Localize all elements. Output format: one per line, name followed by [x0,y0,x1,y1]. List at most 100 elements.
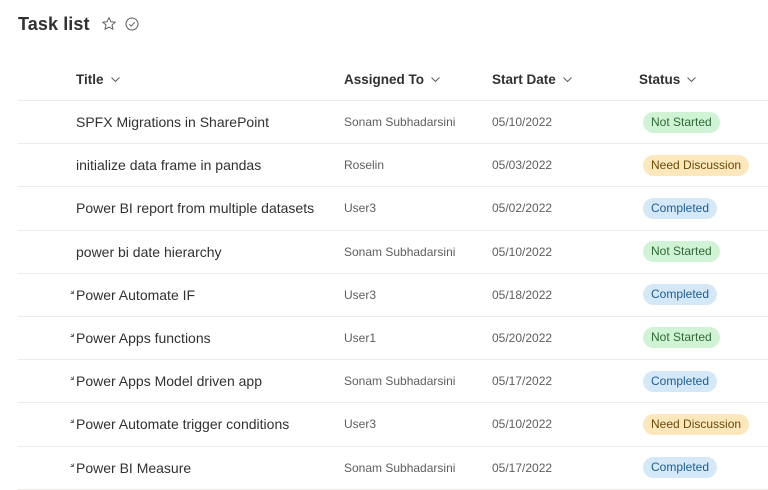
status-cell: Need Discussion [643,144,750,186]
assigned-to-cell: User1 [344,317,376,359]
assigned-to-cell: Sonam Subhadarsini [344,447,455,489]
assigned-to-text: User3 [344,417,377,432]
task-title-cell[interactable]: Power Apps Model driven app [76,360,262,402]
start-date-text: 05/10/2022 [492,115,553,129]
status-badge: Not Started [643,111,720,133]
start-date-cell: 05/10/2022 [492,231,552,273]
page-title: Task list [18,13,90,34]
status-badge: Completed [643,370,718,392]
assigned-to-cell: User3 [344,187,376,229]
start-date-cell: 05/17/2022 [492,447,552,489]
task-title[interactable]: initialize data frame in pandas [76,157,261,173]
start-date-cell: 05/18/2022 [492,274,552,316]
assigned-to-text: Sonam Subhadarsini [344,115,456,129]
chevron-down-icon [686,74,697,85]
start-date-text: 05/20/2022 [492,330,553,345]
task-title[interactable]: Power Automate IF [76,287,195,303]
status-cell: Completed [643,360,718,402]
task-title[interactable]: Power BI Measure [76,460,191,476]
task-title-cell[interactable]: SPFX Migrations in SharePoint [76,101,269,143]
task-title-cell[interactable]: initialize data frame in pandas [76,144,261,186]
start-date-cell: 05/03/2022 [492,144,552,186]
status-badge: Completed [643,197,718,219]
table-row[interactable]: Power Apps functions User1 05/20/2022 Not S… [18,317,768,361]
status-cell: Not Started [643,101,720,143]
task-title-cell[interactable]: Power BI Measure [76,447,191,489]
task-title[interactable]: Power Apps functions [76,330,211,346]
task-title-cell[interactable]: power bi date hierarchy [76,231,222,273]
table-row[interactable]: initialize data frame in pandas Roselin 05… [18,144,768,188]
assigned-to-text: Sonam Subhadarsini [344,460,456,475]
table-body: SPFX Migrations in SharePoint Sonam Subha… [18,101,768,490]
assigned-to-text: User1 [344,330,377,345]
status-badge: Completed [643,284,718,306]
start-date-text: 05/10/2022 [492,417,553,432]
status-badge: Not Started [643,241,720,263]
task-title-cell[interactable]: Power Apps functions [76,317,211,359]
task-title-cell[interactable]: Power BI report from multiple datasets [76,187,314,229]
table-row[interactable]: Power Automate IF User3 05/18/2022 Complete… [18,274,768,317]
assigned-to-text: Roselin [344,158,385,173]
chevron-down-icon [430,74,441,85]
task-title-cell[interactable]: Power Automate IF [76,274,195,316]
start-date-text: 05/03/2022 [492,158,553,173]
start-date-text: 05/02/2022 [492,201,553,216]
assigned-to-text: User3 [344,201,377,216]
column-header-title[interactable]: Title [76,58,121,100]
task-title[interactable]: SPFX Migrations in SharePoint [76,114,269,130]
assigned-to-text: Sonam Subhadarsini [344,374,456,389]
column-header-assigned-to-label: Assigned To [344,71,425,87]
start-date-text: 05/18/2022 [492,287,553,302]
start-date-text: 05/17/2022 [492,374,553,389]
task-table: Title Assigned To Start Date Status SPFX… [18,58,768,490]
task-title-cell[interactable]: Power Automate trigger conditions [76,403,289,445]
table-row[interactable]: Power BI Measure Sonam Subhadarsini 05/17/… [18,447,768,490]
task-title[interactable]: power bi date hierarchy [76,244,222,260]
table-row[interactable]: power bi date hierarchy Sonam Subhadarsin… [18,231,768,274]
table-row[interactable]: Power Automate trigger conditions User3 05… [18,403,768,447]
table-row[interactable]: SPFX Migrations in SharePoint Sonam Subha… [18,101,768,145]
column-header-title-label: Title [76,71,104,87]
assigned-to-cell: User3 [344,274,376,316]
column-header-start-date[interactable]: Start Date [492,58,573,100]
table-row[interactable]: Power BI report from multiple datasets Us… [18,187,768,231]
start-date-cell: 05/02/2022 [492,187,552,229]
status-cell: Completed [643,187,718,229]
status-cell: Need Discussion [643,403,750,445]
task-title[interactable]: Power Automate trigger conditions [76,416,289,432]
status-cell: Completed [643,274,718,316]
start-date-cell: 05/10/2022 [492,403,552,445]
status-badge: Need Discussion [643,154,750,176]
star-icon[interactable] [101,16,117,32]
status-badge: Completed [643,457,718,478]
start-date-text: 05/10/2022 [492,244,553,259]
chevron-down-icon [562,74,573,85]
assigned-to-text: User3 [344,287,377,302]
column-header-status[interactable]: Status [639,58,697,100]
assigned-to-cell: User3 [344,403,376,445]
assigned-to-cell: Sonam Subhadarsini [344,360,455,402]
status-cell: Not Started [643,317,720,359]
column-header-status-label: Status [639,71,681,87]
task-title[interactable]: Power BI report from multiple datasets [76,200,314,216]
chevron-down-icon [110,74,121,85]
task-title[interactable]: Power Apps Model driven app [76,373,262,389]
status-badge: Not Started [643,327,720,349]
status-cell: Completed [643,447,718,489]
column-header-assigned-to[interactable]: Assigned To [344,58,441,100]
table-header: Title Assigned To Start Date Status [18,58,768,101]
table-row[interactable]: Power Apps Model driven app Sonam Subhada… [18,360,768,404]
assigned-to-cell: Sonam Subhadarsini [344,101,455,143]
status-cell: Not Started [643,231,720,273]
start-date-cell: 05/17/2022 [492,360,552,402]
column-header-start-date-label: Start Date [492,71,556,87]
list-header: Task list [18,10,139,38]
assigned-to-cell: Sonam Subhadarsini [344,231,455,273]
assigned-to-text: Sonam Subhadarsini [344,244,456,259]
assigned-to-cell: Roselin [344,144,384,186]
check-circle-icon[interactable] [125,17,139,31]
start-date-text: 05/17/2022 [492,460,553,475]
start-date-cell: 05/20/2022 [492,317,552,359]
status-badge: Need Discussion [643,413,750,435]
start-date-cell: 05/10/2022 [492,101,552,143]
